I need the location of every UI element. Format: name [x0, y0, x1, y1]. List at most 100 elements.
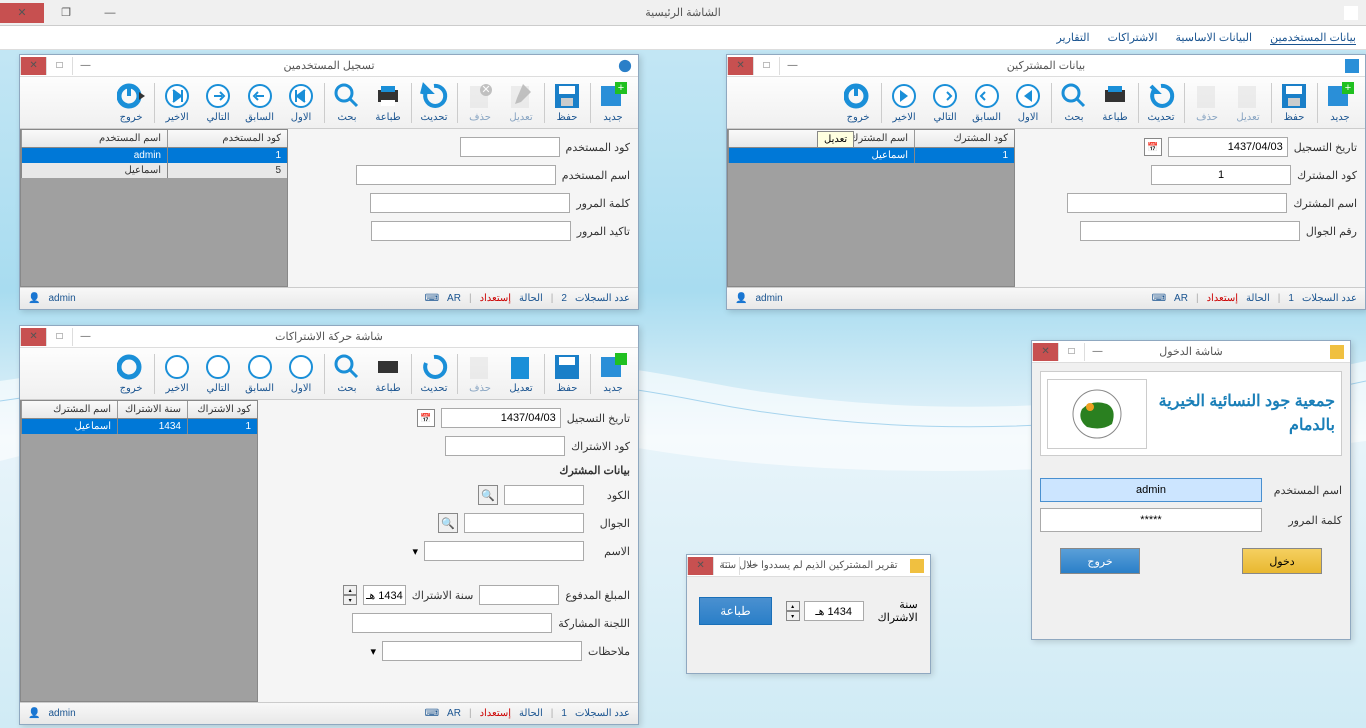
phone-input[interactable] [1080, 221, 1300, 241]
exit-button[interactable]: خروج [111, 351, 152, 396]
prev-button[interactable]: السابق [239, 351, 281, 396]
print-button[interactable]: طباعة [699, 597, 771, 625]
menu-reports[interactable]: التقارير [1056, 31, 1089, 44]
refresh-button[interactable]: تحديث [1141, 80, 1182, 125]
report-titlebar[interactable]: تقرير المشتركين الذيم لم يسددوا خلال سنة… [687, 555, 930, 577]
print-button[interactable]: طباعة [368, 351, 409, 396]
prev-button[interactable]: السابق [239, 80, 281, 125]
print-button[interactable]: طباعة [1095, 80, 1136, 125]
exit-button[interactable]: خروج [838, 80, 879, 125]
save-button[interactable]: حفظ [547, 80, 588, 125]
search-icon[interactable]: 🔍 [438, 513, 458, 533]
table-row[interactable]: 1 admin [21, 148, 287, 163]
first-button[interactable]: الاول [1008, 80, 1049, 125]
main-close-button[interactable]: ✕ [0, 3, 44, 23]
subscribers-grid[interactable]: كود المشترك اسم المشترك 1 اسماعيل [727, 129, 1015, 287]
close-button[interactable]: ✕ [20, 57, 46, 75]
sub-name-input[interactable] [1067, 193, 1287, 213]
next-button[interactable]: التالي [925, 80, 966, 125]
maximize-button[interactable]: □ [713, 557, 739, 575]
edit-button[interactable]: تعديل [1228, 80, 1269, 125]
search-button[interactable]: بحث [1054, 80, 1095, 125]
table-row[interactable]: 1 1434 اسماعيل [21, 419, 257, 434]
mov-code-input[interactable] [445, 436, 565, 456]
last-button[interactable]: الاخير [157, 80, 198, 125]
close-button[interactable]: ✕ [687, 557, 713, 575]
prev-button[interactable]: السابق [966, 80, 1008, 125]
close-button[interactable]: ✕ [727, 57, 753, 75]
notes-input[interactable] [382, 641, 582, 661]
username-input[interactable] [1040, 478, 1262, 502]
minimize-button[interactable]: — [72, 328, 98, 346]
login-button[interactable]: دخول [1242, 548, 1322, 574]
delete-button[interactable]: حذف [460, 351, 501, 396]
reg-date-input[interactable] [1168, 137, 1288, 157]
close-button[interactable]: ✕ [1032, 343, 1058, 361]
user-code-input[interactable] [460, 137, 560, 157]
paid-input[interactable] [479, 585, 559, 605]
year-select[interactable]: 1434 هـ [363, 585, 406, 605]
new-button[interactable]: +جديد [1320, 80, 1361, 125]
edit-button[interactable]: تعديل [501, 351, 542, 396]
minimize-button[interactable]: — [1084, 343, 1110, 361]
new-button[interactable]: جديد [593, 351, 634, 396]
maximize-button[interactable]: □ [753, 57, 779, 75]
maximize-button[interactable]: □ [46, 328, 72, 346]
exit-button[interactable]: خروج [111, 80, 152, 125]
users-grid[interactable]: كود المستخدم اسم المستخدم 1 admin 5 اسما… [20, 129, 288, 287]
chevron-down-icon[interactable]: ▾ [412, 545, 418, 558]
sub-code-input[interactable] [1151, 165, 1291, 185]
save-button[interactable]: حفظ [547, 351, 588, 396]
first-button[interactable]: الاول [281, 80, 322, 125]
edit-button[interactable]: تعديل [501, 80, 542, 125]
subscribers-titlebar[interactable]: بيانات المشتركين ✕ □ — [727, 55, 1365, 77]
calendar-icon[interactable]: 📅 [417, 409, 435, 427]
calendar-icon[interactable]: 📅 [1144, 138, 1162, 156]
minimize-button[interactable]: — [72, 57, 98, 75]
movement-grid[interactable]: كود الاشتراك سنة الاشتراك اسم المشترك 1 … [20, 400, 258, 702]
minimize-button[interactable]: — [739, 557, 765, 575]
table-row[interactable]: 5 اسماعيل [21, 163, 287, 178]
mov-date-input[interactable] [441, 408, 561, 428]
sub-code-input[interactable] [504, 485, 584, 505]
maximize-button[interactable]: □ [1058, 343, 1084, 361]
user-name-input[interactable] [356, 165, 556, 185]
main-maximize-button[interactable]: ❐ [44, 3, 88, 23]
sub-name-input[interactable] [424, 541, 584, 561]
year-input[interactable] [804, 601, 864, 621]
main-minimize-button[interactable]: — [88, 3, 132, 23]
confirm-password-input[interactable] [371, 221, 571, 241]
table-row[interactable]: 1 اسماعيل [728, 148, 1014, 163]
search-button[interactable]: بحث [327, 351, 368, 396]
users-titlebar[interactable]: تسجيل المستخدمين ✕ □ — [20, 55, 638, 77]
search-icon[interactable]: 🔍 [478, 485, 498, 505]
next-button[interactable]: التالي [198, 80, 239, 125]
last-button[interactable]: الاخير [884, 80, 925, 125]
exit-button[interactable]: خروج [1060, 548, 1140, 574]
menu-users[interactable]: بيانات المستخدمين [1270, 31, 1356, 45]
search-button[interactable]: بحث [327, 80, 368, 125]
login-titlebar[interactable]: شاشة الدخول ✕ □ — [1032, 341, 1350, 363]
password-input[interactable] [370, 193, 570, 213]
movement-titlebar[interactable]: شاشة حركة الاشتراكات ✕ □ — [20, 326, 638, 348]
last-button[interactable]: الاخير [157, 351, 198, 396]
minimize-button[interactable]: — [779, 57, 805, 75]
menu-basic-data[interactable]: البيانات الاساسية [1176, 31, 1253, 44]
chevron-down-icon[interactable]: ▾ [370, 645, 376, 658]
new-button[interactable]: +جديد [593, 80, 634, 125]
delete-button[interactable]: حذف [1187, 80, 1228, 125]
sub-phone-input[interactable] [464, 513, 584, 533]
next-button[interactable]: التالي [198, 351, 239, 396]
year-spinner[interactable]: ▴▾ [786, 601, 800, 621]
maximize-button[interactable]: □ [46, 57, 72, 75]
close-button[interactable]: ✕ [20, 328, 46, 346]
committee-input[interactable] [352, 613, 552, 633]
refresh-button[interactable]: تحديث [414, 351, 455, 396]
year-spinner[interactable]: ▴▾ [343, 585, 357, 605]
menu-subscriptions[interactable]: الاشتراكات [1108, 31, 1158, 44]
delete-button[interactable]: ✕حذف [460, 80, 501, 125]
password-input[interactable] [1040, 508, 1262, 532]
refresh-button[interactable]: تحديث [414, 80, 455, 125]
print-button[interactable]: طباعة [368, 80, 409, 125]
save-button[interactable]: حفظ [1274, 80, 1315, 125]
